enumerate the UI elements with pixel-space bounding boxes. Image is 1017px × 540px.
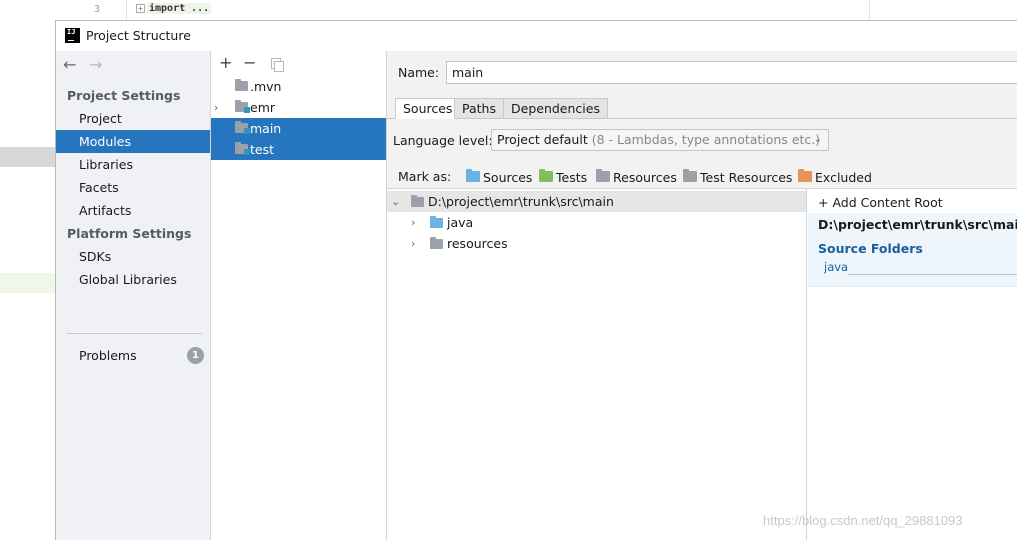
chevron-down-icon: ⌄ (813, 134, 822, 145)
gutter-divider (126, 0, 127, 20)
folder-icon (235, 79, 248, 91)
language-level-hint: (8 - Lambdas, type annotations etc.) (591, 132, 821, 147)
module-label: test (250, 142, 275, 157)
tree-row-java[interactable]: › java (387, 212, 806, 233)
module-tabs: Sources Paths Dependencies (387, 97, 1017, 119)
sources-folder-icon (466, 169, 480, 182)
chevron-right-icon[interactable]: › (214, 97, 218, 118)
tab-dependencies[interactable]: Dependencies (503, 98, 608, 119)
problems-count-badge: 1 (187, 347, 204, 364)
editor-highlight-grey (0, 147, 56, 167)
watermark: https://blog.csdn.net/qq_29881093 (763, 513, 963, 528)
language-level-dropdown[interactable]: Project default (8 - Lambdas, type annot… (491, 129, 829, 151)
name-label: Name: (398, 65, 440, 80)
folder-label: resources (447, 236, 508, 251)
mark-as-tests-button[interactable]: Tests (556, 170, 587, 185)
content-roots-panel: + Add Content Root D:\project\emr\trunk\… (808, 189, 1017, 540)
tree-row-root[interactable]: ⌄ D:\project\emr\trunk\src\main (387, 191, 806, 212)
mark-as-test-resources-button[interactable]: Test Resources (700, 170, 792, 185)
folder-icon (430, 237, 443, 249)
content-root-card: D:\project\emr\trunk\src\main Source Fol… (808, 213, 1017, 287)
resources-folder-icon (596, 169, 610, 182)
chevron-right-icon[interactable]: › (411, 212, 415, 233)
module-folder-icon (235, 121, 250, 134)
folder-label: java (447, 215, 474, 230)
sidebar-item-facets[interactable]: Facets (56, 176, 210, 199)
sidebar-item-project[interactable]: Project (56, 107, 210, 130)
sidebar-item-libraries[interactable]: Libraries (56, 153, 210, 176)
mark-as-label: Mark as: (398, 169, 452, 184)
source-folder-underline (848, 274, 1017, 275)
add-content-root-button[interactable]: + Add Content Root (818, 195, 943, 210)
source-folders-header: Source Folders (818, 241, 923, 256)
mark-as-excluded-button[interactable]: Excluded (815, 170, 872, 185)
language-level-value: Project default (497, 132, 588, 147)
language-level-row: Language level: Project default (8 - Lam… (387, 119, 1017, 155)
mark-as-resources-button[interactable]: Resources (613, 170, 677, 185)
sidebar-divider (67, 333, 202, 334)
chevron-down-icon[interactable]: ⌄ (391, 191, 400, 212)
source-folder-icon (430, 216, 443, 228)
forward-arrow-icon[interactable]: → (89, 55, 102, 74)
language-level-label: Language level: (393, 133, 493, 148)
dialog-title: Project Structure (86, 28, 191, 43)
module-label: .mvn (250, 79, 282, 94)
folder-icon (411, 195, 424, 207)
module-tree-item-main[interactable]: main (211, 118, 386, 139)
sidebar-item-artifacts[interactable]: Artifacts (56, 199, 210, 222)
source-folder-entry[interactable]: java (824, 260, 848, 274)
sidebar-item-modules[interactable]: Modules (56, 130, 210, 153)
settings-sidebar: ← → Project Settings Project Modules Lib… (56, 51, 211, 540)
editor-highlight-green (0, 273, 56, 293)
module-detail-panel: Name: main Sources Paths Dependencies La… (387, 51, 1017, 540)
dialog-titlebar: IJ Project Structure (56, 21, 1017, 51)
sidebar-item-sdks[interactable]: SDKs (56, 245, 210, 268)
mark-as-toolbar: Mark as: Sources Tests Resources Test Re… (387, 155, 1017, 189)
module-label: emr (250, 100, 276, 115)
intellij-icon: IJ (65, 28, 80, 43)
add-module-button[interactable]: + (219, 54, 232, 72)
remove-module-button[interactable]: − (243, 54, 256, 72)
line-number: 3 (94, 4, 101, 15)
chevron-right-icon[interactable]: › (411, 233, 415, 254)
project-settings-header: Project Settings (67, 88, 181, 103)
module-tree-item-emr[interactable]: › emr (211, 97, 386, 118)
module-folder-icon (235, 100, 250, 113)
back-arrow-icon[interactable]: ← (63, 55, 76, 74)
root-path-label: D:\project\emr\trunk\src\main (428, 194, 614, 209)
excluded-folder-icon (798, 169, 812, 182)
tests-folder-icon (539, 169, 553, 182)
module-folder-icon (235, 142, 250, 155)
test-resources-folder-icon (683, 169, 697, 182)
mark-as-sources-button[interactable]: Sources (483, 170, 532, 185)
module-tree-item-test[interactable]: test (211, 139, 386, 160)
tab-paths[interactable]: Paths (454, 98, 504, 119)
module-label: main (250, 121, 282, 136)
content-root-tree: ⌄ D:\project\emr\trunk\src\main › java ›… (387, 189, 807, 540)
platform-settings-header: Platform Settings (67, 226, 192, 241)
code-import-statement[interactable]: import ... (147, 3, 212, 14)
content-root-path: D:\project\emr\trunk\src\main (818, 217, 1017, 232)
project-structure-dialog: IJ Project Structure ← → Project Setting… (55, 20, 1017, 540)
copy-icon[interactable] (271, 58, 284, 72)
module-name-row: Name: main (387, 51, 1017, 97)
module-tree-item-mvn[interactable]: .mvn (211, 76, 386, 97)
module-name-input[interactable]: main (446, 61, 1017, 84)
editor-code-area: 3 + import ... (0, 0, 870, 20)
tree-row-resources[interactable]: › resources (387, 233, 806, 254)
sidebar-item-global-libraries[interactable]: Global Libraries (56, 268, 210, 291)
fold-icon[interactable]: + (136, 4, 145, 13)
tab-sources[interactable]: Sources (395, 98, 461, 119)
module-tree-panel: + − .mvn › emr main test (211, 51, 387, 540)
